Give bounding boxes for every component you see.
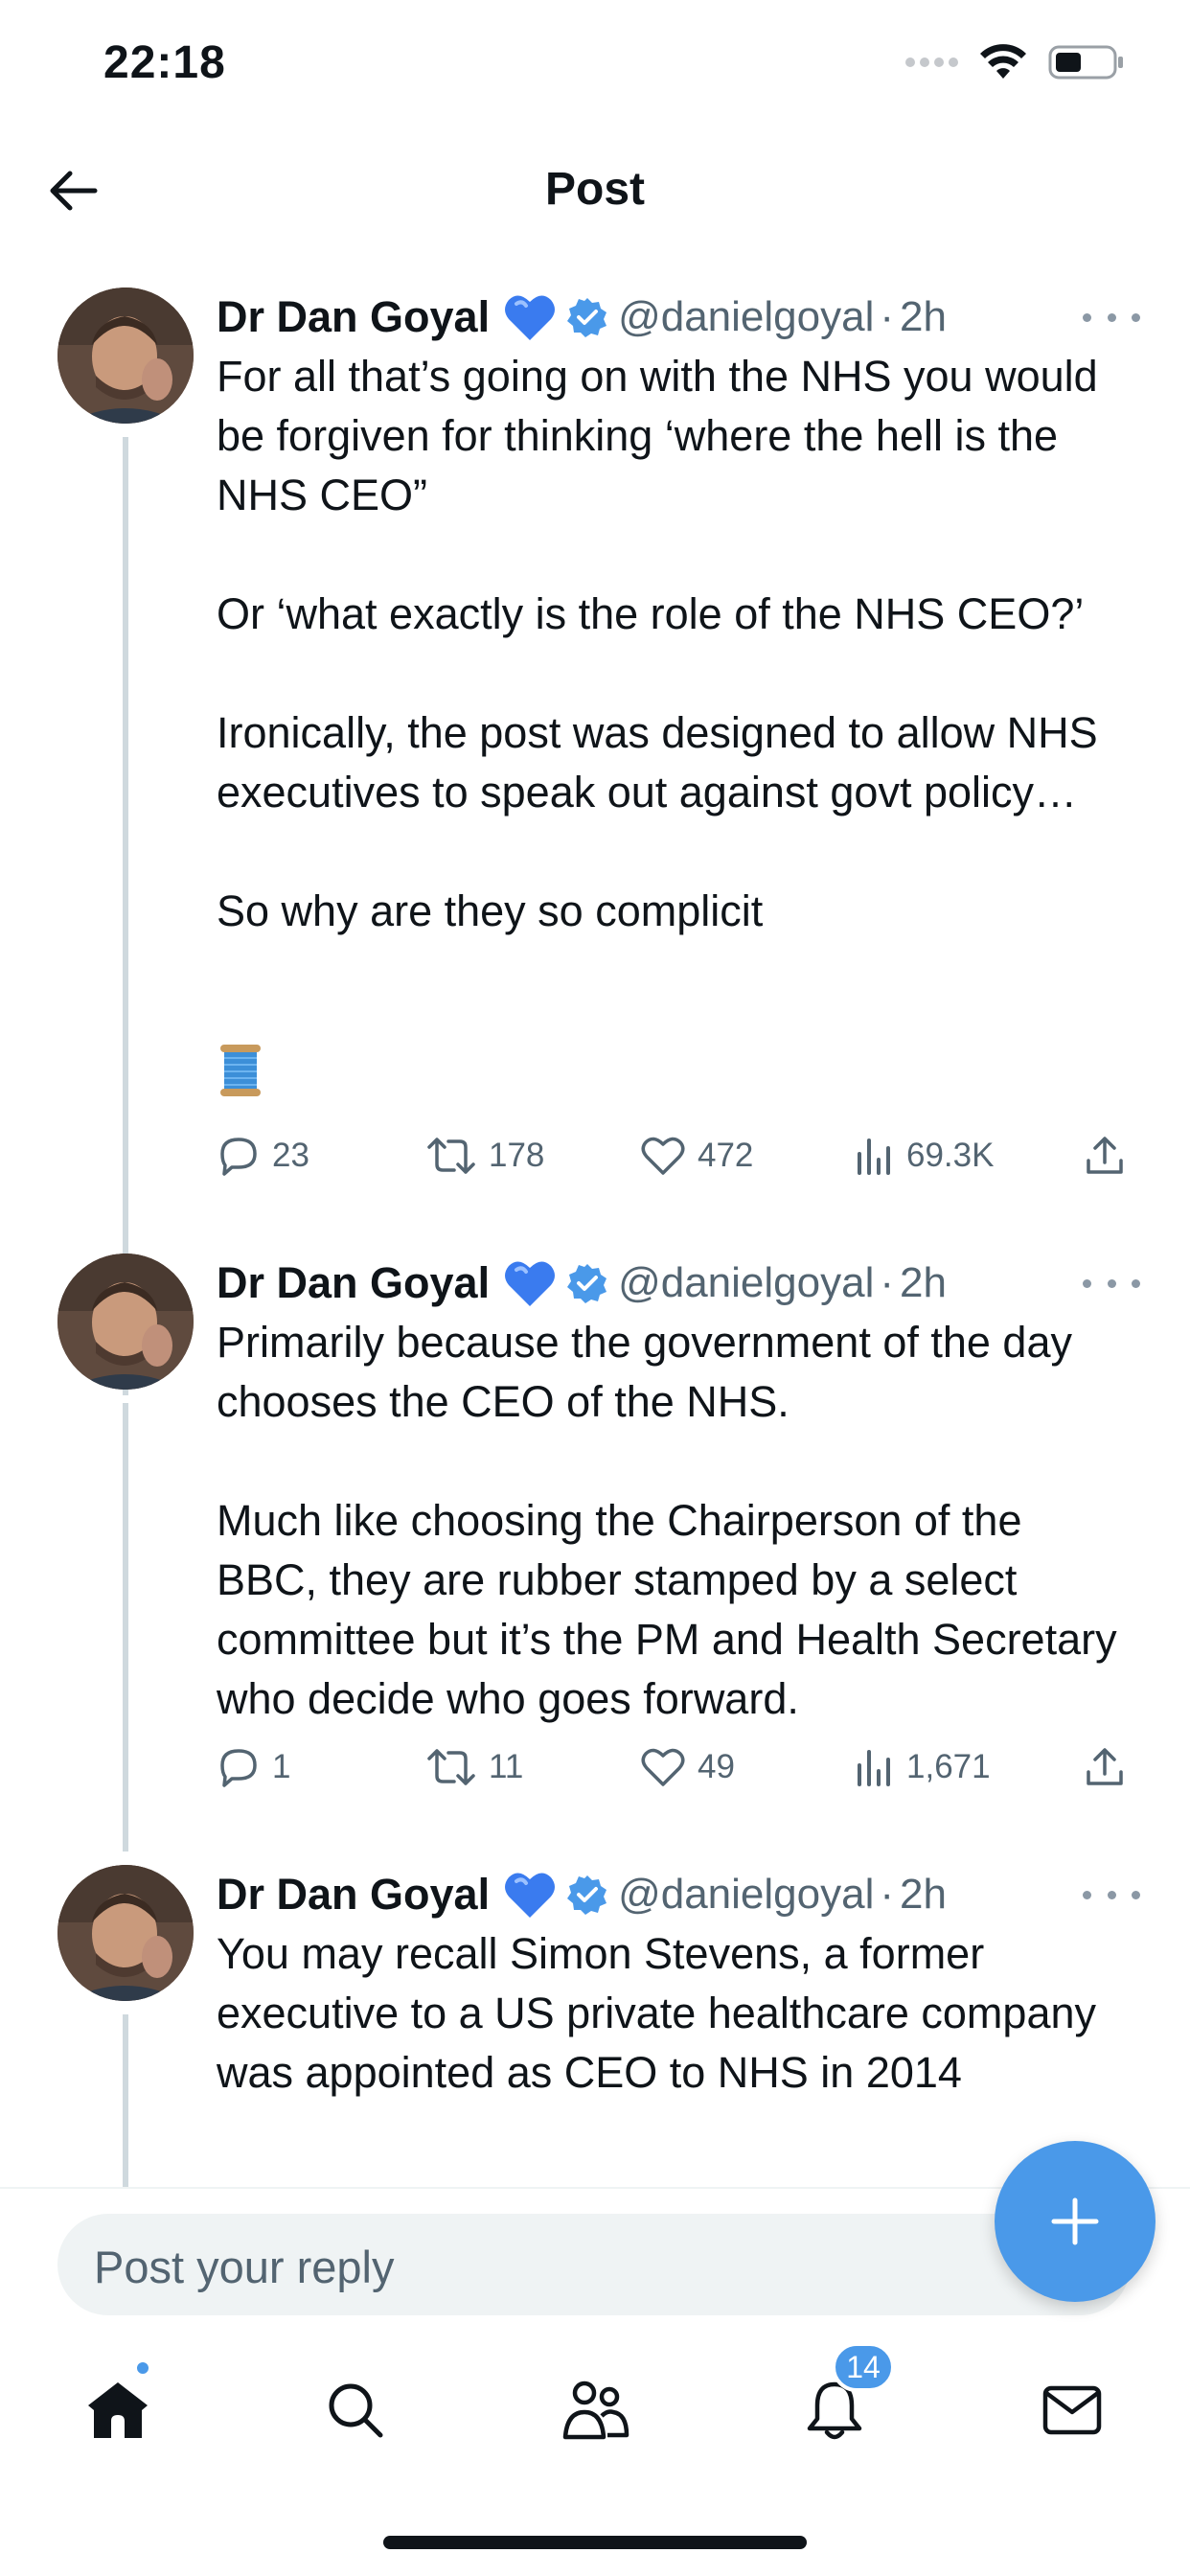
view-count: 1,671 <box>906 1748 991 1785</box>
views-icon <box>858 1750 890 1786</box>
views-icon <box>858 1138 890 1175</box>
repost-button[interactable]: 11 <box>425 1738 523 1796</box>
like-count: 472 <box>698 1137 754 1174</box>
tweet-text: You may recall Simon Stevens, a former e… <box>217 1924 1117 2103</box>
like-count: 49 <box>698 1748 735 1785</box>
tab-search[interactable] <box>312 2367 399 2453</box>
reply-count: 1 <box>272 1748 291 1785</box>
tweet-text: For all that’s going on with the NHS you… <box>217 347 1117 941</box>
separator-dot: · <box>880 1259 895 1306</box>
mail-icon <box>1042 2385 1102 2435</box>
thread-line <box>123 2014 128 2187</box>
wifi-icon <box>980 44 1026 79</box>
tab-messages[interactable] <box>1029 2367 1115 2453</box>
tweet-text-content: For all that’s going on with the NHS you… <box>217 352 1098 935</box>
reply-button[interactable]: 23 <box>217 1127 309 1184</box>
tweet[interactable]: Dr Dan Goyal @danielgoyal · 2h You may r… <box>0 1861 1190 2187</box>
tweet-text-content: Primarily because the government of the … <box>217 1318 1117 1723</box>
battery-icon <box>1048 45 1123 80</box>
page-title: Post <box>544 164 645 215</box>
tweet-actions: 1 11 49 1,671 <box>217 1738 1136 1796</box>
share-button[interactable] <box>1083 1738 1127 1796</box>
author-handle[interactable]: @danielgoyal <box>618 293 874 341</box>
tab-communities[interactable] <box>552 2367 638 2453</box>
home-unread-dot <box>134 2359 151 2377</box>
views-button[interactable]: 69.3K <box>855 1127 994 1184</box>
communities-icon <box>562 2380 629 2440</box>
blue-heart-icon <box>503 292 557 342</box>
status-time: 22:18 <box>103 37 226 88</box>
share-icon <box>1087 1137 1123 1174</box>
search-icon <box>329 2383 383 2438</box>
tweet[interactable]: Dr Dan Goyal @danielgoyal · 2h Primarily… <box>0 1250 1190 1852</box>
compose-button[interactable] <box>995 2141 1156 2302</box>
verified-badge-icon <box>566 296 608 338</box>
like-icon <box>641 1748 685 1786</box>
reply-button[interactable]: 1 <box>217 1738 290 1796</box>
home-icon <box>88 2382 148 2438</box>
reply-icon <box>220 1749 257 1787</box>
more-options-button[interactable] <box>1083 303 1140 332</box>
verified-badge-icon <box>566 1262 608 1304</box>
thread-line <box>123 1403 128 1852</box>
tweet-text: Primarily because the government of the … <box>217 1313 1117 1729</box>
like-button[interactable]: 472 <box>640 1127 753 1184</box>
notifications-badge: 14 <box>832 2342 895 2392</box>
share-button[interactable] <box>1083 1127 1127 1184</box>
avatar[interactable] <box>57 1865 194 2001</box>
author-name[interactable]: Dr Dan Goyal <box>217 1870 490 1920</box>
separator-dot: · <box>880 293 895 340</box>
tweet-time: 2h <box>900 1871 947 1918</box>
repost-button[interactable]: 178 <box>425 1127 544 1184</box>
author-handle[interactable]: @danielgoyal <box>618 1259 874 1307</box>
view-count: 69.3K <box>906 1137 995 1174</box>
signal-icon <box>905 58 958 67</box>
views-button[interactable]: 1,671 <box>855 1738 991 1796</box>
tweet-header: Dr Dan Goyal @danielgoyal · 2h <box>217 1861 1152 1928</box>
share-icon <box>1087 1748 1123 1785</box>
author-handle[interactable]: @danielgoyal <box>618 1871 874 1919</box>
post-header: Post <box>0 134 1190 249</box>
status-bar: 22:18 <box>0 0 1190 134</box>
tweet-header: Dr Dan Goyal @danielgoyal · 2h <box>217 1250 1152 1317</box>
reply-count: 23 <box>272 1137 309 1174</box>
avatar[interactable] <box>57 1254 194 1390</box>
like-button[interactable]: 49 <box>640 1738 735 1796</box>
reply-placeholder: Post your reply <box>94 2242 395 2292</box>
tweet-time: 2h <box>900 293 947 340</box>
repost-icon <box>427 1138 475 1174</box>
tweet-time: 2h <box>900 1259 947 1306</box>
blue-heart-icon <box>503 1258 557 1308</box>
verified-badge-icon <box>566 1874 608 1916</box>
compose-plus-icon <box>1051 2197 1099 2245</box>
tab-bar: 14 <box>0 2338 1190 2472</box>
more-options-button[interactable] <box>1083 1880 1140 1909</box>
tweet-text-content: You may recall Simon Stevens, a former e… <box>217 1929 1096 2097</box>
repost-count: 11 <box>489 1748 524 1785</box>
repost-count: 178 <box>489 1137 545 1174</box>
like-icon <box>641 1137 685 1175</box>
thread-spool-emoji <box>217 1043 264 1103</box>
tweet-actions: 23 178 472 69.3K <box>217 1127 1136 1184</box>
home-indicator <box>383 2536 807 2549</box>
tab-home[interactable] <box>75 2367 161 2453</box>
more-options-button[interactable] <box>1083 1269 1140 1298</box>
repost-icon <box>427 1749 475 1785</box>
reply-icon <box>220 1138 257 1176</box>
avatar[interactable] <box>57 288 194 424</box>
status-icons <box>905 44 1125 80</box>
author-name[interactable]: Dr Dan Goyal <box>217 1258 490 1308</box>
separator-dot: · <box>880 1871 895 1918</box>
blue-heart-icon <box>503 1870 557 1920</box>
tweet[interactable]: Dr Dan Goyal @danielgoyal · 2h For all t… <box>0 284 1190 1395</box>
tweet-header: Dr Dan Goyal @danielgoyal · 2h <box>217 284 1152 351</box>
reply-input[interactable]: Post your reply <box>57 2214 1131 2315</box>
author-name[interactable]: Dr Dan Goyal <box>217 292 490 342</box>
